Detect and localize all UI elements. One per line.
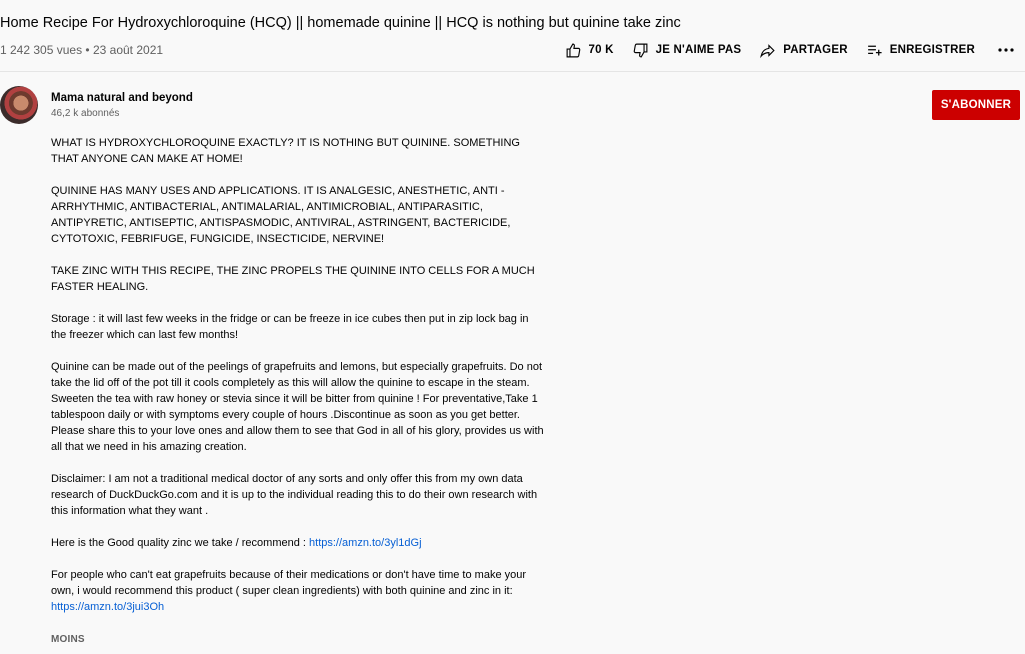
share-button[interactable]: PARTAGER xyxy=(759,42,848,59)
upload-date: 23 août 2021 xyxy=(92,43,164,57)
dislike-button[interactable]: JE N'AIME PAS xyxy=(632,42,742,59)
share-icon xyxy=(760,43,775,58)
description-paragraph: Here is the Good quality zinc we take / … xyxy=(51,535,546,551)
save-label: ENREGISTRER xyxy=(889,44,975,56)
description-paragraph: TAKE ZINC WITH THIS RECIPE, THE ZINC PRO… xyxy=(51,265,535,293)
channel-name[interactable]: Mama natural and beyond xyxy=(51,92,193,104)
description-paragraph: For people who can't eat grapefruits bec… xyxy=(51,567,546,615)
share-label: PARTAGER xyxy=(783,44,848,56)
product-link[interactable]: https://amzn.to/3jui3Oh xyxy=(51,601,164,613)
video-meta: 1 242 305 vues • 23 août 2021 xyxy=(0,43,163,57)
view-count: 1 242 305 vues xyxy=(0,43,83,57)
more-actions-button[interactable] xyxy=(995,39,1017,61)
zinc-link[interactable]: https://amzn.to/3yl1dGj xyxy=(309,537,422,549)
description-paragraph: QUININE HAS MANY USES AND APPLICATIONS. … xyxy=(51,185,511,245)
dislike-label: JE N'AIME PAS xyxy=(655,44,742,56)
meta-separator: • xyxy=(85,43,90,57)
channel-avatar[interactable] xyxy=(0,86,38,124)
description-paragraph: Storage : it will last few weeks in the … xyxy=(51,313,529,341)
subscriber-count: 46,2 k abonnés xyxy=(51,108,120,119)
video-actions: 70 K JE N'AIME PAS PARTAGER ENREGISTRER xyxy=(547,38,1017,62)
description-text: Here is the Good quality zinc we take / … xyxy=(51,537,310,549)
save-button[interactable]: ENREGISTRER xyxy=(866,42,975,59)
like-count: 70 K xyxy=(588,44,614,56)
section-divider xyxy=(0,71,1025,72)
description-text: For people who can't eat grapefruits bec… xyxy=(51,569,527,597)
description-paragraph: Disclaimer: I am not a traditional medic… xyxy=(51,473,538,517)
thumb-up-icon xyxy=(566,43,580,57)
subscribe-button[interactable]: S'ABONNER xyxy=(932,90,1020,120)
description-paragraph: WHAT IS HYDROXYCHLOROQUINE EXACTLY? IT I… xyxy=(51,137,520,165)
thumb-down-icon xyxy=(633,43,648,57)
description-paragraph: Quinine can be made out of the peelings … xyxy=(51,361,544,453)
video-title: Home Recipe For Hydroxychloroquine (HCQ)… xyxy=(0,15,681,31)
more-horizontal-icon xyxy=(998,48,1014,52)
like-button[interactable]: 70 K xyxy=(565,42,614,59)
video-description: WHAT IS HYDROXYCHLOROQUINE EXACTLY? IT I… xyxy=(51,135,546,631)
show-less-button[interactable]: MOINS xyxy=(51,634,85,645)
playlist-add-icon xyxy=(867,45,882,55)
